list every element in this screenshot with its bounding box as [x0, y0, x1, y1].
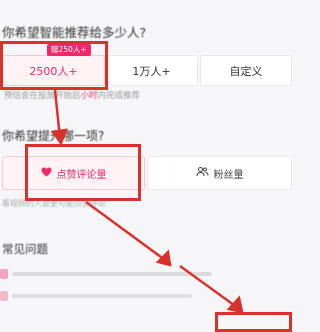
arrow-line-3 [179, 264, 239, 310]
annotation-arrows [50, 89, 244, 314]
arrow-head-1 [50, 128, 68, 146]
arrow-line-2 [85, 200, 166, 262]
arrow-head-3 [226, 295, 244, 314]
arrow-head-2 [155, 249, 172, 267]
